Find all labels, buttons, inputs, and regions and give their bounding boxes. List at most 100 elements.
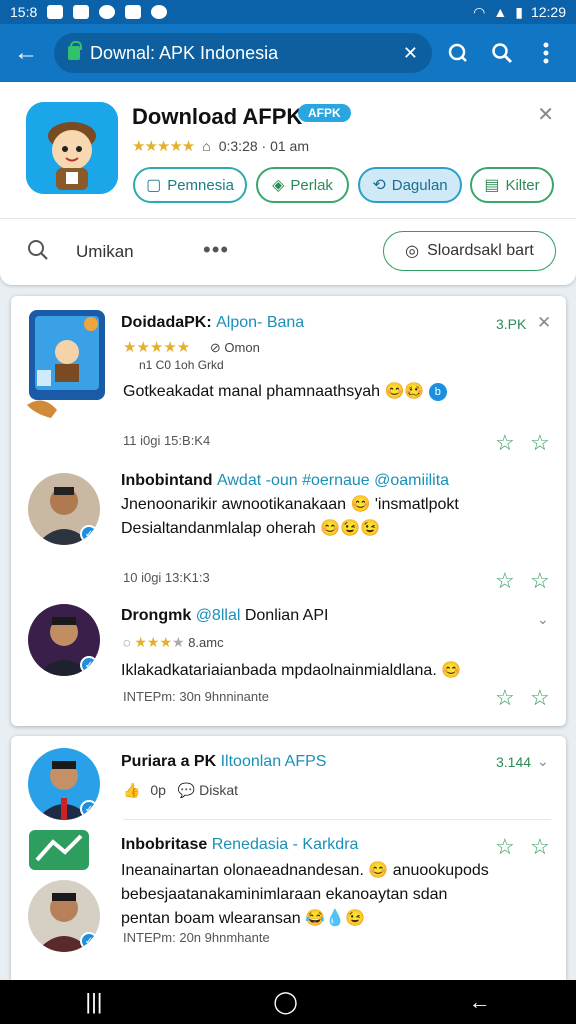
lens-button[interactable]: [440, 35, 476, 71]
post-value: 3.144: [496, 754, 532, 770]
tools-icon[interactable]: ✕: [403, 43, 418, 64]
refresh-icon: ◌: [123, 635, 131, 650]
star-outline-icon[interactable]: ☆: [495, 685, 515, 711]
post-meta: ★★★★★ ⊘ Omon: [123, 339, 260, 356]
kilter-button[interactable]: ▤ Kilter: [470, 167, 554, 203]
app-logo[interactable]: [26, 102, 118, 194]
status-time-left: 15:8: [10, 4, 38, 20]
feed-card: DoidadaPK: Alpon- Bana 3.PK ✕ ★★★★★ ⊘ Om…: [11, 296, 566, 726]
status-bar: 15:8 ◠ ▲ ▮ 12:29: [0, 0, 576, 24]
post-body: Ineanainartan olonaeadnandesan. 😊 anuook…: [121, 862, 489, 927]
download-button[interactable]: ◎ Sloardsakl bart: [383, 231, 556, 271]
list-item[interactable]: ✓ Drongmk @8llal Donlian API ⌄ ◌ ★★★★ 8.…: [11, 601, 566, 726]
star-outline-icon[interactable]: ☆: [495, 834, 515, 860]
post-title: Puriara a PK Iltoonlan AFPS: [121, 753, 327, 770]
perlak-button[interactable]: ◈ Perlak: [256, 167, 349, 203]
info-icon: b: [428, 382, 447, 401]
recents-icon[interactable]: |||: [85, 989, 102, 1015]
system-nav-bar: ||| ◯ ←: [0, 980, 576, 1024]
more-horiz-icon[interactable]: •••: [203, 237, 229, 263]
post-body: Jnenoonarikir awnootikanakaan 😊 'insmatl…: [121, 496, 459, 537]
promo-icon: [29, 830, 89, 870]
comment-icon[interactable]: 💬: [178, 782, 195, 798]
home-icon: ⌂: [202, 138, 211, 154]
signal-icon: ▲: [493, 4, 508, 20]
overflow-menu-button[interactable]: [528, 35, 564, 71]
pemnesia-button[interactable]: ▢ Pemnesia: [133, 167, 247, 203]
post-title: Drongmk @8llal Donlian API: [121, 607, 329, 624]
back-button[interactable]: ←: [10, 37, 42, 69]
post-time: INTEPm: 30n 9hnninante: [123, 689, 269, 704]
dagulan-button[interactable]: ⟲ Dagulan: [358, 167, 462, 203]
url-text: Downal: APK Indonesia: [90, 42, 279, 63]
wifi-icon: ◠: [473, 3, 486, 20]
address-bar[interactable]: Downal: APK Indonesia ✕: [54, 33, 432, 73]
star-outline-icon[interactable]: ☆: [530, 685, 550, 711]
post-title: Inbobintand Awdat -oun #oernaue @oamiili…: [121, 472, 450, 489]
browser-toolbar: ← Downal: APK Indonesia ✕: [0, 24, 576, 82]
avatar[interactable]: ✓: [28, 473, 100, 545]
post-time: 11 i0gi 15:B:K4: [123, 433, 211, 448]
app-title: Download AFPK: [132, 104, 303, 129]
search-label[interactable]: Umikan: [76, 242, 134, 262]
rating-stars: ★★★: [134, 634, 173, 650]
post-time: 10 i0gi 13:K1:3: [123, 570, 210, 585]
app-header-card: Download AFPK AFPK ✕ ★★★★★ ⌂ 0:3:28 · 01…: [0, 82, 576, 285]
list-icon: ▤: [484, 177, 500, 194]
list-item[interactable]: ✓ Inbobintand Awdat -oun #oernaue @oamii…: [11, 461, 566, 601]
app-rating: ★★★★★ ⌂ 0:3:28 · 01 am: [132, 137, 309, 155]
app-badge: AFPK: [298, 104, 351, 122]
post-value: 3.PK: [496, 316, 527, 332]
phone-app-thumbnail: [27, 310, 107, 420]
search-icon: [492, 43, 512, 63]
lens-icon: [448, 43, 467, 62]
compass-icon: [99, 5, 116, 19]
verified-icon: ✓: [80, 656, 98, 674]
star-outline-icon[interactable]: ☆: [495, 568, 515, 594]
star-outline-icon[interactable]: ☆: [495, 430, 515, 456]
status-time: 12:29: [530, 4, 566, 20]
gallery-icon: [73, 5, 90, 19]
post-subtitle: n1 C0 1oh Grkd: [139, 358, 224, 372]
star-outline-icon[interactable]: ☆: [530, 430, 550, 456]
star-outline-icon[interactable]: ☆: [530, 834, 550, 860]
feed-card: ✓ Puriara a PK Iltoonlan AFPS 3.144 ⌄ 👍 …: [11, 736, 566, 980]
leaf-icon: ◈: [272, 177, 285, 194]
post-meta: 👍 0p 💬 Diskat: [123, 782, 239, 798]
rating-stars: ★★★★★: [132, 138, 195, 155]
close-icon[interactable]: ✕: [537, 102, 554, 127]
list-item[interactable]: ✓ Inbobritase Renedasia - Karkdra ☆ ☆ In…: [11, 820, 566, 980]
home-button-icon[interactable]: ◯: [273, 989, 298, 1015]
back-nav-icon[interactable]: ←: [469, 989, 491, 1015]
divider: [0, 218, 576, 219]
search-icon[interactable]: [26, 238, 50, 268]
post-title: Inbobritase Renedasia - Karkdra: [121, 836, 359, 853]
share-icon: ⟲: [372, 177, 386, 194]
post-body: Gotkeakadat manal phamnaathsyah 😊🥴 b: [123, 380, 447, 404]
battery-icon: ▮: [515, 3, 523, 20]
message-icon: [125, 5, 142, 19]
more-vert-icon: [543, 42, 549, 64]
rating-text: 0:3:28 · 01 am: [218, 138, 309, 154]
chevron-down-icon[interactable]: ⌄: [537, 611, 549, 628]
thumbs-up-icon[interactable]: 👍: [123, 782, 140, 798]
sync-icon: [151, 5, 168, 19]
avatar[interactable]: ✓: [28, 748, 100, 820]
avatar[interactable]: ✓: [28, 604, 100, 676]
star-outline-icon[interactable]: ☆: [530, 568, 550, 594]
bag-icon: ▢: [146, 177, 162, 194]
verified-icon: ✓: [80, 525, 98, 543]
list-item[interactable]: DoidadaPK: Alpon- Bana 3.PK ✕ ★★★★★ ⊘ Om…: [11, 296, 566, 461]
close-icon[interactable]: ✕: [537, 313, 551, 333]
verified-icon: ✓: [80, 800, 98, 818]
link-icon: ⊘: [209, 340, 221, 355]
post-body: Iklakadkatariaianbada mpdaolnainmialdlan…: [121, 662, 462, 679]
search-button[interactable]: [484, 35, 520, 71]
post-title: DoidadaPK: Alpon- Bana: [121, 314, 305, 331]
avatar[interactable]: ✓: [28, 880, 100, 952]
post-time: INTEPm: 20n 9hnmhante: [123, 930, 270, 945]
chevron-down-icon[interactable]: ⌄: [537, 753, 549, 770]
lock-icon: [68, 41, 82, 60]
chat-icon: ◎: [405, 243, 420, 260]
list-item[interactable]: ✓ Puriara a PK Iltoonlan AFPS 3.144 ⌄ 👍 …: [11, 736, 566, 820]
